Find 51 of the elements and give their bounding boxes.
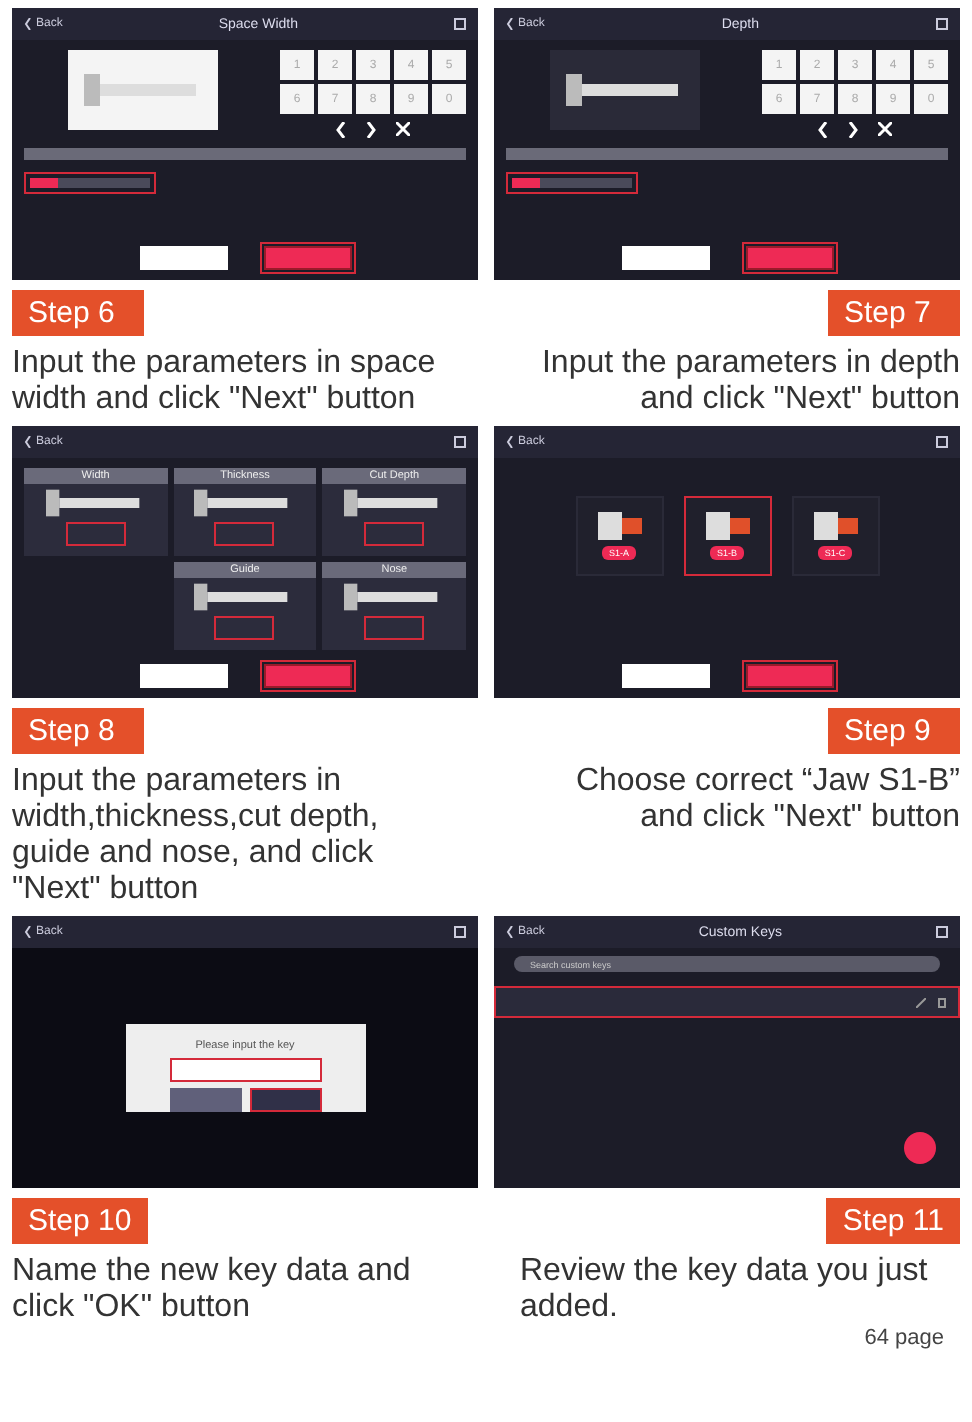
chevron-right-icon xyxy=(366,122,376,138)
save-icon xyxy=(454,926,466,938)
step-label: Step 11 xyxy=(826,1198,960,1244)
list-row[interactable] xyxy=(494,986,960,1018)
jaw-drawing xyxy=(597,512,641,540)
jaw-drawing xyxy=(813,512,857,540)
chevron-left-icon xyxy=(24,926,32,938)
input-field[interactable] xyxy=(364,522,425,546)
save-icon xyxy=(936,926,948,938)
step-label: Step 9 xyxy=(828,708,960,754)
close-icon xyxy=(396,122,410,136)
highlight-frame xyxy=(24,171,156,193)
save-icon xyxy=(936,18,948,30)
instruction-text: Input the parameters in depth and click "Next" button xyxy=(539,346,960,418)
input-field[interactable] xyxy=(169,1058,321,1082)
chevron-right-icon xyxy=(848,122,858,138)
input-field[interactable] xyxy=(364,616,425,640)
input-field[interactable] xyxy=(65,522,126,546)
next-button[interactable] xyxy=(745,664,833,688)
next-button[interactable] xyxy=(263,664,351,688)
chevron-left-icon xyxy=(818,122,828,138)
save-icon xyxy=(936,436,948,448)
close-icon xyxy=(878,122,892,136)
step-label: Step 7 xyxy=(828,290,960,336)
edit-icon xyxy=(916,997,926,1007)
instruction-text: Review the key data you just added. xyxy=(520,1254,930,1326)
input-field[interactable] xyxy=(214,522,275,546)
chevron-left-icon xyxy=(506,436,514,448)
page-number: 64 page xyxy=(864,1326,944,1350)
highlight-frame xyxy=(506,171,638,193)
step-label: Step 6 xyxy=(12,290,144,336)
next-button[interactable] xyxy=(263,246,351,270)
ok-button[interactable] xyxy=(249,1088,321,1112)
chevron-left-icon xyxy=(24,18,32,30)
save-icon xyxy=(454,18,466,30)
step-label: Step 8 xyxy=(12,708,144,754)
instruction-text: Input the parameters in space width and click "Next" button xyxy=(12,346,438,418)
trash-icon xyxy=(938,997,946,1007)
chevron-left-icon xyxy=(24,436,32,448)
add-button[interactable] xyxy=(904,1132,936,1164)
instruction-text: Input the parameters in width,thickness,cut depth, guide and nose, and click "Next" button xyxy=(12,764,381,908)
instruction-text: Choose correct “Jaw S1-B” and click "Next" button xyxy=(573,764,960,836)
step-label: Step 10 xyxy=(12,1198,148,1244)
chevron-left-icon xyxy=(506,926,514,938)
save-icon xyxy=(454,436,466,448)
input-field[interactable] xyxy=(214,616,275,640)
chevron-left-icon xyxy=(506,18,514,30)
instruction-text: Name the new key data and click "OK" button xyxy=(12,1254,413,1326)
jaw-drawing xyxy=(705,512,749,540)
next-button[interactable] xyxy=(745,246,833,270)
chevron-left-icon xyxy=(336,122,346,138)
